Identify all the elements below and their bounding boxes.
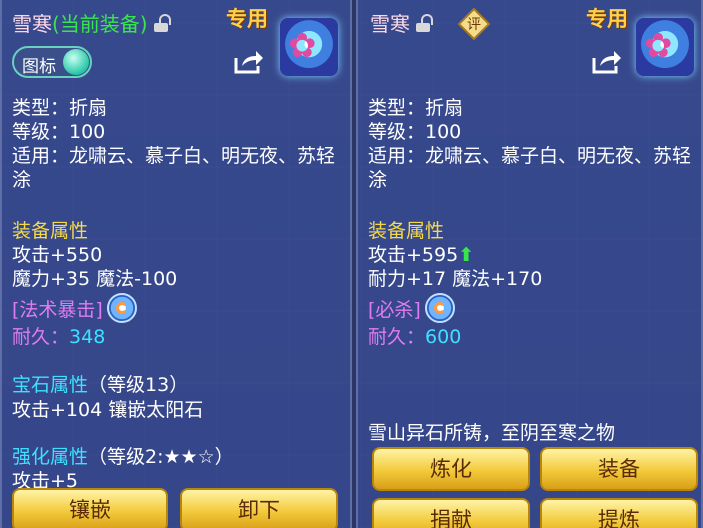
- enhance-level: （等级2:★★☆）: [88, 446, 234, 468]
- type-line: 类型：折扇: [12, 97, 108, 119]
- share-icon[interactable]: [234, 50, 264, 74]
- rating-badge-text: 评: [467, 17, 481, 33]
- equipped-item-panel: 雪寒(当前装备) 专用 ✿ 图标 类型：折扇 等级：100 适用：龙啸云、慕子白…: [0, 0, 352, 528]
- gem-attr-line: 宝石属性（等级13）: [12, 370, 188, 397]
- refine-button[interactable]: 炼化: [372, 447, 530, 491]
- extract-button[interactable]: 提炼: [540, 498, 698, 528]
- attack-line: 攻击+550: [12, 244, 103, 266]
- gem-level: （等级13）: [88, 374, 189, 396]
- compare-item-panel: 雪寒 评 专用 ✿ 类型：折扇 等级：100 适用：龙啸云、慕子白、明无夜、苏轻…: [356, 0, 703, 528]
- green-up-arrow-icon: ⬆: [458, 244, 475, 266]
- rating-badge-icon[interactable]: 评: [458, 8, 490, 40]
- special-tag: 专用: [226, 7, 268, 31]
- endurance-line: 耐力+17 魔法+170: [368, 268, 543, 290]
- gem-effect-line: 攻击+104 镶嵌太阳石: [12, 399, 204, 421]
- skill-line: [必杀]: [368, 293, 455, 323]
- enhance-attr-line: 强化属性（等级2:★★☆）: [12, 442, 234, 469]
- level-line: 等级：100: [368, 121, 462, 143]
- description-line: 雪山异石所铸，至阴至寒之物: [368, 422, 616, 444]
- toggle-knob: [63, 49, 89, 75]
- swirl-skill-icon[interactable]: [106, 293, 137, 323]
- share-icon[interactable]: [592, 50, 622, 74]
- skill-line: [法术暴击]: [12, 293, 137, 323]
- skill-name: [必杀]: [368, 299, 421, 321]
- durability-value: 348: [69, 326, 106, 348]
- inlay-button[interactable]: 镶嵌: [12, 488, 168, 528]
- fan-weapon-emblem: ✿: [636, 18, 694, 76]
- durability-line: 耐久：348: [12, 322, 105, 349]
- fan-weapon-emblem: ✿: [280, 18, 338, 76]
- enhance-header: 强化属性: [12, 446, 89, 468]
- durability-line: 耐久：600: [368, 322, 461, 349]
- attack-value: 攻击+595: [368, 244, 459, 266]
- item-name: 雪寒: [370, 12, 410, 36]
- attack-line: 攻击+595⬆: [368, 240, 474, 267]
- level-line: 等级：100: [12, 121, 106, 143]
- usable-line: 适用：龙啸云、慕子白、明无夜、苏轻涂: [368, 145, 692, 191]
- equipped-status: (当前装备): [52, 12, 148, 36]
- item-title: 雪寒(当前装备): [12, 8, 171, 37]
- donate-button[interactable]: 捐献: [372, 498, 530, 528]
- special-tag: 专用: [586, 7, 628, 31]
- icon-toggle[interactable]: 图标: [12, 46, 92, 78]
- skill-name: [法术暴击]: [12, 299, 103, 321]
- equipment-attr-header: 装备属性: [12, 220, 89, 242]
- lock-icon[interactable]: [416, 14, 433, 32]
- unequip-button[interactable]: 卸下: [180, 488, 338, 528]
- usable-line: 适用：龙啸云、慕子白、明无夜、苏轻涂: [12, 145, 336, 191]
- equipment-attr-header: 装备属性: [368, 220, 445, 242]
- durability-label: 耐久：: [368, 326, 426, 348]
- equip-button[interactable]: 装备: [540, 447, 698, 491]
- toggle-label: 图标: [22, 57, 56, 77]
- item-title: 雪寒: [370, 8, 433, 37]
- durability-value: 600: [425, 326, 462, 348]
- magic-line: 魔力+35 魔法-100: [12, 268, 178, 290]
- lock-icon[interactable]: [153, 14, 171, 32]
- gem-header: 宝石属性: [12, 374, 89, 396]
- type-line: 类型：折扇: [368, 97, 464, 119]
- swirl-skill-icon[interactable]: [424, 293, 455, 323]
- item-name: 雪寒: [12, 12, 52, 36]
- durability-label: 耐久：: [12, 326, 70, 348]
